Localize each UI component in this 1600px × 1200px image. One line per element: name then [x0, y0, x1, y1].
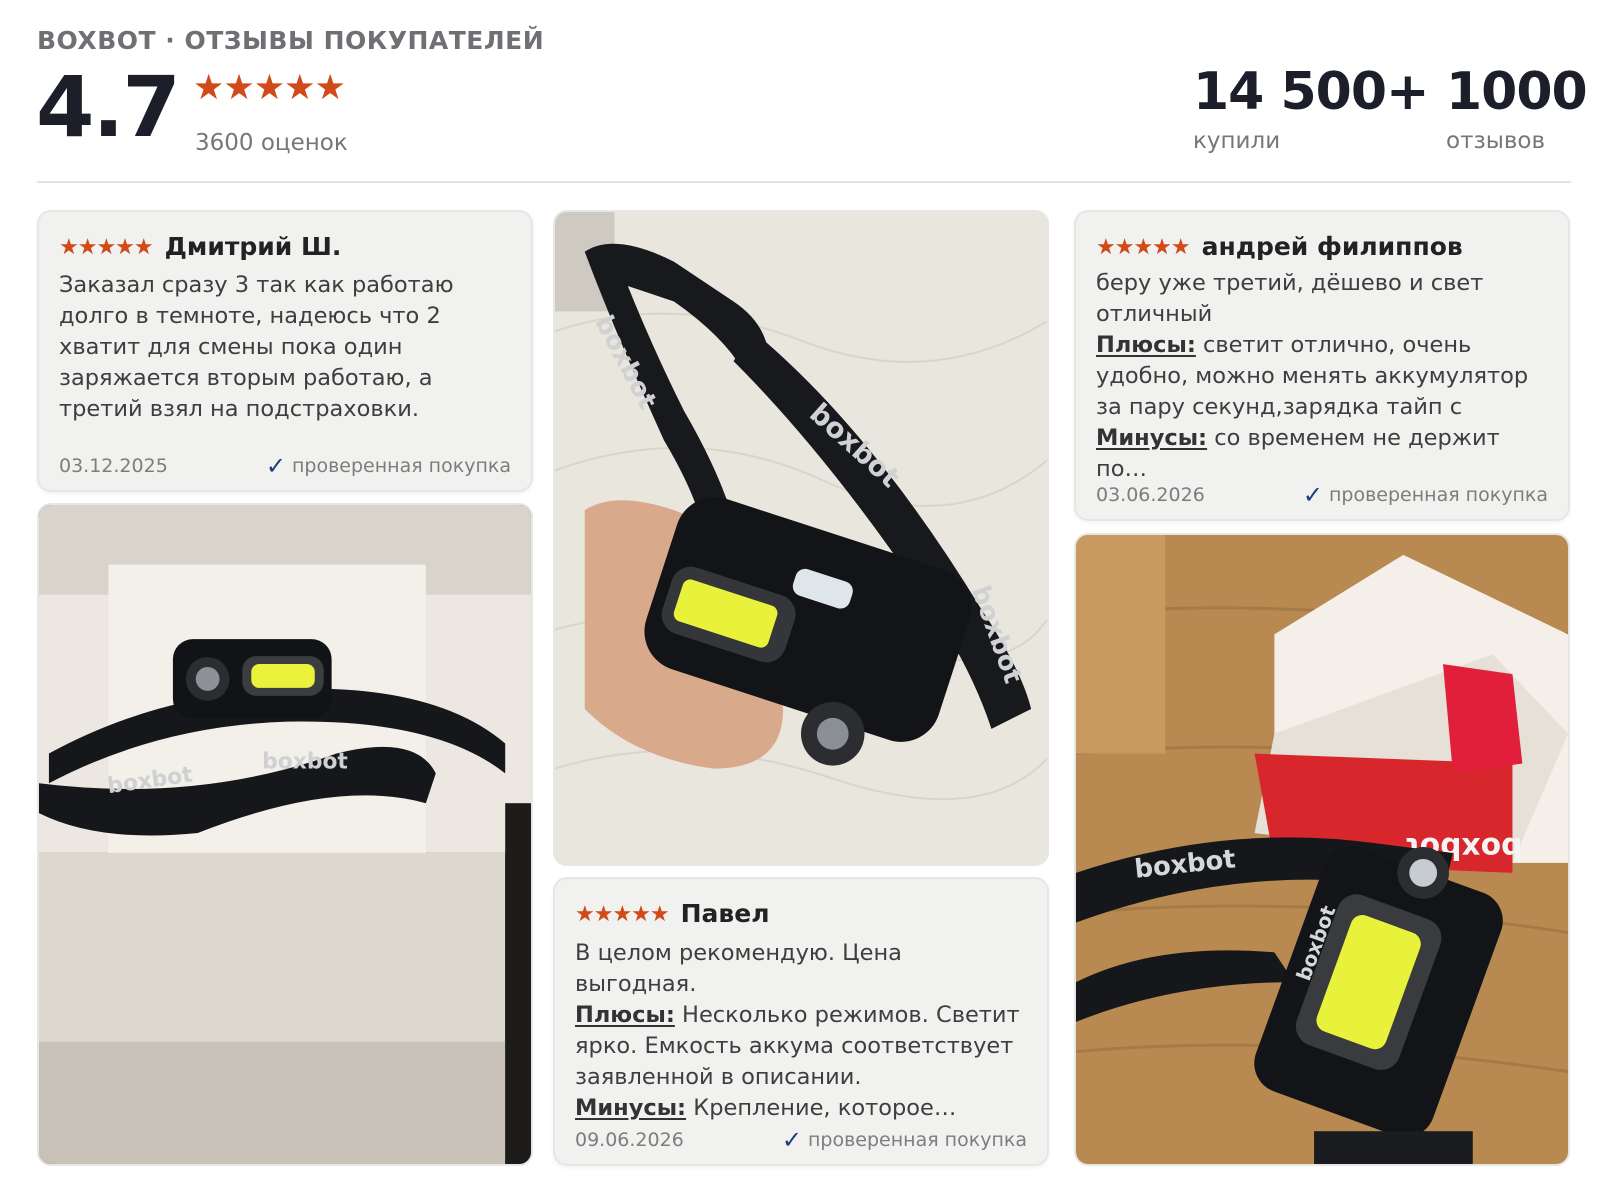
bought-value: 14 500+: [1193, 62, 1430, 122]
svg-text:boxbot: boxbot: [262, 749, 348, 774]
review-stars: ★★★★★: [59, 233, 154, 259]
review-author: андрей филиппов: [1201, 232, 1463, 261]
review-photo[interactable]: boxbot boxbot: [37, 503, 533, 1166]
headlamp-photo-hand: boxbot boxbot boxbot: [555, 212, 1047, 864]
pros-label: Плюсы:: [575, 1002, 675, 1028]
verified-badge: ✓ проверенная покупка: [266, 452, 511, 480]
review-text: В целом рекомендую. Цена выгодная. Плюсы:…: [575, 938, 1029, 1124]
review-text: Заказал сразу 3 так как работаю долго в …: [59, 272, 454, 422]
bought-label: купили: [1193, 128, 1281, 154]
check-icon: ✓: [1302, 481, 1323, 509]
reviews-value: 1000: [1446, 62, 1588, 122]
review-stars: ★★★★★: [1096, 233, 1191, 259]
page-title: BOXBOT · ОТЗЫВЫ ПОКУПАТЕЛЕЙ: [37, 26, 545, 55]
reviews-stat: 1000 отзывов: [1446, 62, 1588, 154]
review-text-main: беру уже третий, дёшево и свет отличный: [1096, 270, 1484, 327]
headlamp-photo-desk: boxbot boxbot: [39, 505, 531, 1164]
cons-label: Минусы:: [1096, 425, 1208, 451]
headlamp-photo-box: boxbot boxbot boxbot: [1076, 535, 1568, 1164]
check-icon: ✓: [265, 452, 286, 480]
verified-badge: ✓ проверенная покупка: [782, 1126, 1027, 1154]
rating-stars: ★★★★★: [193, 68, 346, 107]
verified-badge: ✓ проверенная покупка: [1303, 481, 1548, 509]
review-date: 09.06.2026: [575, 1129, 684, 1151]
average-rating: 4.7: [36, 58, 181, 156]
review-photo[interactable]: boxbot boxbot boxbot: [1074, 533, 1570, 1166]
cons-text: Крепление, которое…: [686, 1095, 957, 1121]
review-date: 03.06.2026: [1096, 484, 1205, 506]
review-photo[interactable]: boxbot boxbot boxbot: [553, 210, 1049, 866]
pros-label: Плюсы:: [1096, 332, 1196, 358]
review-date: 03.12.2025: [59, 455, 168, 477]
review-card[interactable]: ★★★★★ андрей филиппов беру уже третий, д…: [1074, 210, 1570, 521]
reviews-label: отзывов: [1446, 128, 1546, 154]
review-card[interactable]: ★★★★★ Дмитрий Ш. Заказал сразу 3 так как…: [37, 210, 533, 492]
bought-stat: 14 500+ купили: [1193, 62, 1430, 154]
review-text-main: В целом рекомендую. Цена выгодная.: [575, 940, 902, 997]
review-text: беру уже третий, дёшево и свет отличный П…: [1096, 268, 1550, 485]
review-author: Дмитрий Ш.: [164, 232, 342, 261]
verified-label: проверенная покупка: [291, 455, 511, 477]
check-icon: ✓: [781, 1126, 802, 1154]
verified-label: проверенная покупка: [1328, 484, 1548, 506]
verified-label: проверенная покупка: [807, 1129, 1027, 1151]
review-author: Павел: [680, 899, 770, 928]
review-stars: ★★★★★: [575, 900, 670, 926]
header-divider: [37, 181, 1571, 183]
ratings-count: 3600 оценок: [195, 130, 348, 156]
cons-label: Минусы:: [575, 1095, 687, 1121]
review-card[interactable]: ★★★★★ Павел В целом рекомендую. Цена выг…: [553, 877, 1049, 1166]
